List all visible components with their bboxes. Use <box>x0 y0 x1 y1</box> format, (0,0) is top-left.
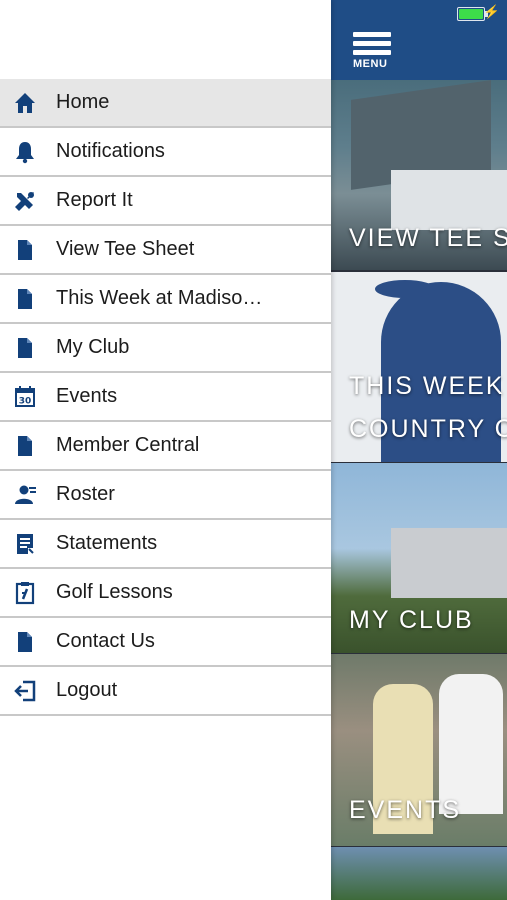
navigation-drawer: Home Notifications Report It View Tee Sh… <box>0 0 331 900</box>
drawer-item-logout[interactable]: Logout <box>0 667 331 716</box>
drawer-item-events[interactable]: 30 Events <box>0 373 331 422</box>
app-header: ⚡ MENU <box>331 0 507 80</box>
tile-caption: VIEW TEE S <box>349 224 507 252</box>
tile-caption-line1: THIS WEEK <box>349 372 505 400</box>
drawer-item-report-it[interactable]: Report It <box>0 177 331 226</box>
drawer-item-label: Events <box>56 385 118 407</box>
hamburger-icon-bar <box>353 50 391 55</box>
drawer-item-label: Golf Lessons <box>56 581 173 603</box>
drawer-item-member-central[interactable]: Member Central <box>0 422 331 471</box>
statement-icon <box>13 532 37 556</box>
tile-this-week[interactable]: THIS WEEK COUNTRY C <box>331 272 507 462</box>
drawer-item-label: Member Central <box>56 434 200 456</box>
document-icon <box>13 238 37 262</box>
tile-caption-line2: COUNTRY C <box>349 415 507 443</box>
drawer-item-roster[interactable]: Roster <box>0 471 331 520</box>
hamburger-icon-bar <box>353 41 391 46</box>
drawer-item-home[interactable]: Home <box>0 79 331 128</box>
bell-icon <box>13 140 37 164</box>
drawer-item-contact-us[interactable]: Contact Us <box>0 618 331 667</box>
app-content: ⚡ MENU VIEW TEE S THIS WEEK COUNTRY C MY… <box>331 0 507 900</box>
tile-view-tee-sheet[interactable]: VIEW TEE S <box>331 80 507 270</box>
drawer-item-label: Report It <box>56 189 133 211</box>
drawer-item-statements[interactable]: Statements <box>0 520 331 569</box>
document-icon <box>13 434 37 458</box>
drawer-item-my-club[interactable]: My Club <box>0 324 331 373</box>
tile-next[interactable] <box>331 847 507 900</box>
person-icon <box>13 483 37 507</box>
hamburger-icon <box>353 32 391 37</box>
tile-caption: EVENTS <box>349 796 462 824</box>
calendar-day: 30 <box>19 396 32 406</box>
drawer-item-label: Logout <box>56 679 118 701</box>
charging-icon: ⚡ <box>483 4 500 19</box>
drawer-item-label: My Club <box>56 336 130 358</box>
tile-caption: MY CLUB <box>349 606 474 634</box>
drawer-menu-list: Home Notifications Report It View Tee Sh… <box>0 79 331 716</box>
drawer-item-label: This Week at Madiso… <box>56 287 263 309</box>
drawer-item-label: View Tee Sheet <box>56 238 195 260</box>
calendar-icon: 30 <box>13 385 37 409</box>
tile-photo <box>391 528 507 598</box>
drawer-item-this-week[interactable]: This Week at Madiso… <box>0 275 331 324</box>
tools-icon <box>13 189 37 213</box>
battery-icon <box>457 7 488 21</box>
document-icon <box>13 287 37 311</box>
drawer-item-label: Contact Us <box>56 630 155 652</box>
menu-label: MENU <box>353 58 388 70</box>
drawer-item-label: Roster <box>56 483 115 505</box>
drawer-item-golf-lessons[interactable]: Golf Lessons <box>0 569 331 618</box>
tile-photo-brim <box>375 280 435 298</box>
drawer-item-label: Notifications <box>56 140 165 162</box>
tile-events[interactable]: EVENTS <box>331 654 507 846</box>
drawer-item-label: Statements <box>56 532 158 554</box>
document-icon <box>13 630 37 654</box>
tile-my-club[interactable]: MY CLUB <box>331 463 507 653</box>
document-icon <box>13 336 37 360</box>
drawer-item-notifications[interactable]: Notifications <box>0 128 331 177</box>
logout-icon <box>13 679 37 703</box>
drawer-item-label: Home <box>56 91 110 113</box>
home-icon <box>13 91 37 115</box>
menu-button[interactable]: MENU <box>353 32 393 74</box>
clipboard-icon <box>13 581 37 605</box>
drawer-item-view-tee-sheet[interactable]: View Tee Sheet <box>0 226 331 275</box>
